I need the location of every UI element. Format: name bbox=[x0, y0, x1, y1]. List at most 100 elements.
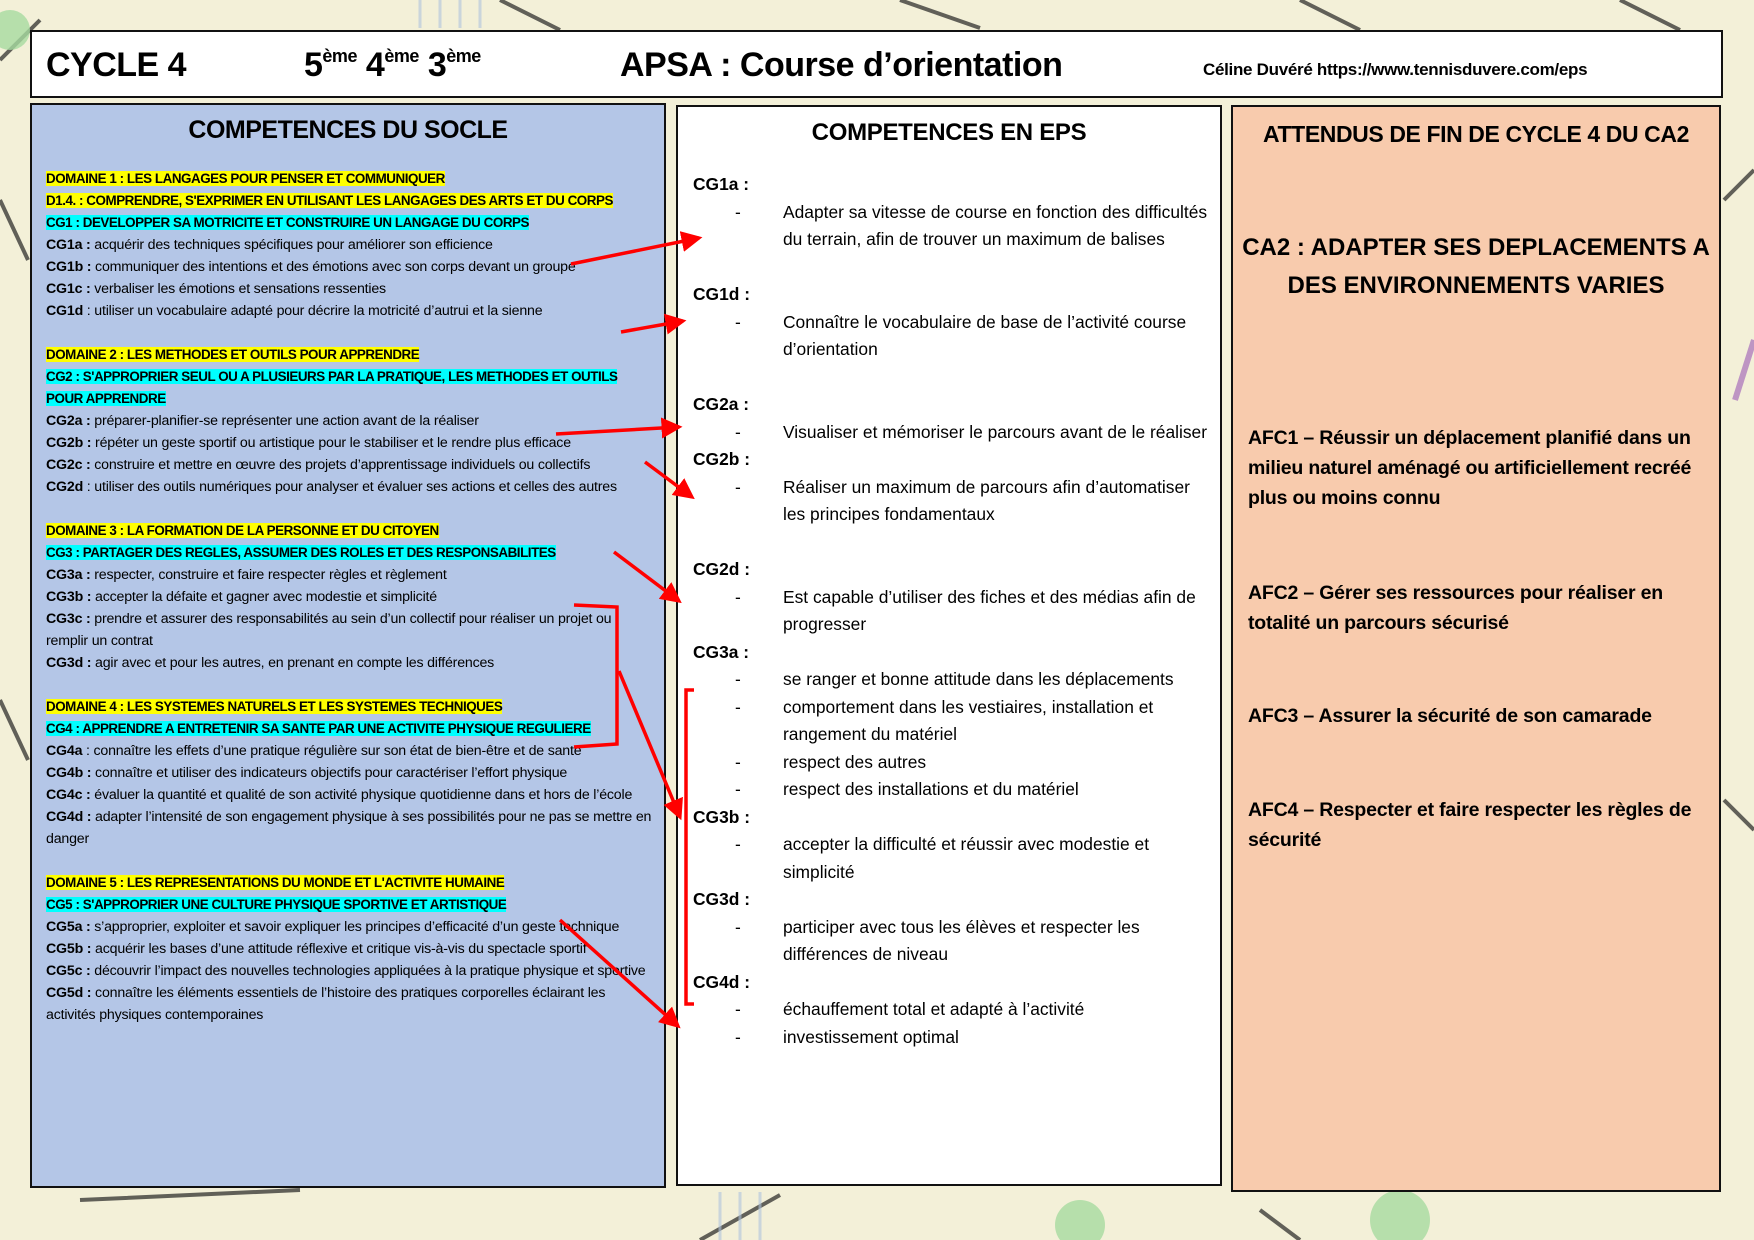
socle-item: CG4a : connaître les effets d’une pratiq… bbox=[46, 740, 652, 762]
eps-group-label: CG2b : bbox=[693, 449, 751, 469]
eps-item: - respect des autres bbox=[693, 749, 1212, 777]
afc-item: AFC2 – Gérer ses ressources pour réalise… bbox=[1248, 582, 1664, 634]
item-code: CG1c : bbox=[46, 281, 91, 297]
eps-group: CG1d : - Connaître le vocabulaire de base … bbox=[693, 281, 1212, 364]
eps-item-text: investissement optimal bbox=[783, 1026, 959, 1047]
socle-item: CG1b : communiquer des intentions et des… bbox=[46, 256, 652, 278]
socle-item: CG3a : respecter, construire et faire re… bbox=[46, 564, 652, 586]
socle-item: CG1c : verbaliser les émotions et sensat… bbox=[46, 278, 652, 300]
eps-item: - respect des installations et du matérie… bbox=[693, 776, 1212, 804]
domain-block: DOMAINE 2 : LES METHODES ET OUTILS POUR … bbox=[46, 344, 652, 498]
item-text: respecter, construire et faire respecter… bbox=[90, 567, 447, 583]
eps-title: COMPETENCES EN EPS bbox=[811, 119, 1087, 146]
socle-item: CG2a : préparer-planifier-se représenter… bbox=[46, 410, 652, 432]
item-text: évaluer la quantité et qualité de son ac… bbox=[90, 787, 633, 803]
dash-bullet: - bbox=[735, 1026, 741, 1047]
item-code: CG1b : bbox=[46, 259, 92, 275]
dash-bullet: - bbox=[735, 751, 741, 772]
eps-item: - Adapter sa vitesse de course en fonctio… bbox=[693, 199, 1212, 254]
eps-group: CG2b : - Réaliser un maximum de parcours a… bbox=[693, 446, 1212, 529]
eps-group-label: CG3a : bbox=[693, 641, 750, 662]
eps-item-text: respect des installations et du matériel bbox=[783, 779, 1079, 799]
item-code: CG2c : bbox=[46, 457, 91, 473]
cg-heading: CG4 : APPRENDRE A ENTRETENIR SA SANTE PA… bbox=[46, 721, 591, 736]
item-text: construire et mettre en œuvre des projet… bbox=[90, 457, 591, 473]
item-text: prendre et assurer des responsabilités a… bbox=[46, 611, 612, 649]
item-text: connaître les éléments essentiels de l’h… bbox=[46, 985, 606, 1023]
item-code: CG4b : bbox=[46, 765, 92, 781]
eps-item-text: respect des autres bbox=[783, 751, 927, 772]
socle-item: CG3c : prendre et assurer des responsabi… bbox=[46, 608, 652, 652]
eps-item: - accepter la difficulté et réussir avec … bbox=[693, 831, 1212, 886]
eps-group: CG2a : - Visualiser et mémoriser le parcou… bbox=[693, 391, 1212, 446]
item-code: CG5d : bbox=[46, 985, 92, 1001]
dash-bullet: - bbox=[735, 779, 741, 799]
class-levels: 5ème 4ème 3ème bbox=[304, 46, 481, 85]
dash-bullet: - bbox=[735, 311, 741, 332]
eps-item-text: participer avec tous les élèves et respe… bbox=[783, 916, 1140, 965]
item-text: adapter l’intensité de son engagement ph… bbox=[46, 809, 652, 847]
domain-heading: DOMAINE 5 : LES REPRESENTATIONS DU MONDE… bbox=[46, 875, 505, 890]
domain-heading: DOMAINE 1 : LES LANGAGES POUR PENSER ET … bbox=[46, 171, 445, 186]
domain-heading: DOMAINE 2 : LES METHODES ET OUTILS POUR … bbox=[46, 347, 420, 362]
eps-group-label: CG2a : bbox=[693, 394, 750, 414]
eps-group-label: CG4d : bbox=[693, 971, 751, 992]
subdomain-heading: D1.4. : COMPRENDRE, S'EXPRIMER EN UTILIS… bbox=[46, 193, 613, 208]
level-5: 5 bbox=[304, 46, 323, 84]
eps-group-label: CG2d : bbox=[693, 559, 751, 579]
item-text: acquérir les bases d’une attitude réflex… bbox=[91, 941, 587, 957]
eps-item-text: comportement dans les vestiaires, instal… bbox=[783, 696, 1154, 745]
item-text: agir avec et pour les autres, en prenant… bbox=[91, 655, 495, 671]
eps-group: CG3b : - accepter la difficulté et réussir… bbox=[693, 804, 1212, 887]
dash-bullet: - bbox=[735, 421, 741, 442]
socle-list: DOMAINE 1 : LES LANGAGES POUR PENSER ET … bbox=[46, 168, 652, 1048]
socle-item: CG2c : construire et mettre en œuvre des… bbox=[46, 454, 652, 476]
item-text: découvrir l’impact des nouvelles technol… bbox=[90, 963, 646, 979]
dash-bullet: - bbox=[735, 999, 741, 1019]
item-code: CG2d bbox=[46, 479, 84, 495]
eps-group: CG3d : - participer avec tous les élèves e… bbox=[693, 886, 1212, 969]
eps-item-text: Est capable d’utiliser des fiches et des… bbox=[783, 586, 1196, 635]
domain-block: DOMAINE 4 : LES SYSTEMES NATURELS ET LES… bbox=[46, 696, 652, 850]
item-code: CG1a : bbox=[46, 237, 91, 253]
socle-item: CG5d : connaître les éléments essentiels… bbox=[46, 982, 652, 1026]
domain-block: DOMAINE 1 : LES LANGAGES POUR PENSER ET … bbox=[46, 168, 652, 322]
dash-bullet: - bbox=[735, 586, 741, 607]
item-text: connaître et utiliser des indicateurs ob… bbox=[91, 765, 568, 781]
dash-bullet: - bbox=[735, 696, 741, 717]
socle-title: COMPETENCES DU SOCLE bbox=[188, 116, 508, 144]
afc-item: AFC3 – Assurer la sécurité de son camara… bbox=[1248, 705, 1652, 727]
item-text: préparer-planifier-se représenter une ac… bbox=[90, 413, 479, 429]
cg-heading: CG1 : DEVELOPPER SA MOTRICITE ET CONSTRU… bbox=[46, 215, 530, 230]
cycle-label: CYCLE 4 bbox=[46, 46, 187, 84]
item-text: : utiliser un vocabulaire adapté pour dé… bbox=[83, 303, 543, 319]
item-text: : utiliser des outils numériques pour an… bbox=[83, 479, 617, 495]
socle-item: CG4b : connaître et utiliser des indicat… bbox=[46, 762, 652, 784]
ca2-heading: CA2 : ADAPTER SES DEPLACEMENTS A DES ENV… bbox=[1242, 234, 1710, 299]
item-code: CG4a bbox=[46, 743, 83, 759]
item-code: CG3d : bbox=[46, 655, 92, 671]
item-text: répéter un geste sportif ou artistique p… bbox=[91, 435, 571, 451]
cg-heading: CG5 : S'APPROPRIER UNE CULTURE PHYSIQUE … bbox=[46, 897, 507, 912]
eps-group-label: CG3b : bbox=[693, 806, 751, 827]
eps-item-text: Visualiser et mémoriser le parcours avan… bbox=[783, 421, 1207, 442]
domain-block: DOMAINE 3 : LA FORMATION DE LA PERSONNE … bbox=[46, 520, 652, 674]
eps-item: - Visualiser et mémoriser le parcours ava… bbox=[693, 419, 1212, 447]
socle-item: CG1a : acquérir des techniques spécifiqu… bbox=[46, 234, 652, 256]
item-text: s’approprier, exploiter et savoir expliq… bbox=[90, 919, 620, 935]
eps-item: - échauffement total et adapté à l’activi… bbox=[693, 996, 1212, 1024]
level-sup: ème bbox=[446, 46, 481, 66]
level-3: 3 bbox=[427, 46, 447, 84]
socle-item: CG3b : accepter la défaite et gagner ave… bbox=[46, 586, 652, 608]
eps-item: - se ranger et bonne attitude dans les dé… bbox=[693, 666, 1212, 694]
item-code: CG5b : bbox=[46, 941, 92, 957]
eps-item: - participer avec tous les élèves et resp… bbox=[693, 914, 1212, 969]
eps-item: - comportement dans les vestiaires, insta… bbox=[693, 694, 1212, 749]
eps-group: CG2d : - Est capable d’utiliser des fiches… bbox=[693, 556, 1212, 639]
attendus-panel: ATTENDUS DE FIN DE CYCLE 4 DU CA2 CA2 : … bbox=[1231, 105, 1721, 1192]
eps-item-text: Adapter sa vitesse de course en fonction… bbox=[783, 201, 1208, 250]
socle-item: CG3d : agir avec et pour les autres, en … bbox=[46, 652, 652, 674]
eps-item: - Réaliser un maximum de parcours afin d’… bbox=[693, 474, 1212, 529]
socle-item: CG2d : utiliser des outils numériques po… bbox=[46, 476, 652, 498]
eps-item-text: se ranger et bonne attitude dans les dép… bbox=[783, 669, 1174, 689]
